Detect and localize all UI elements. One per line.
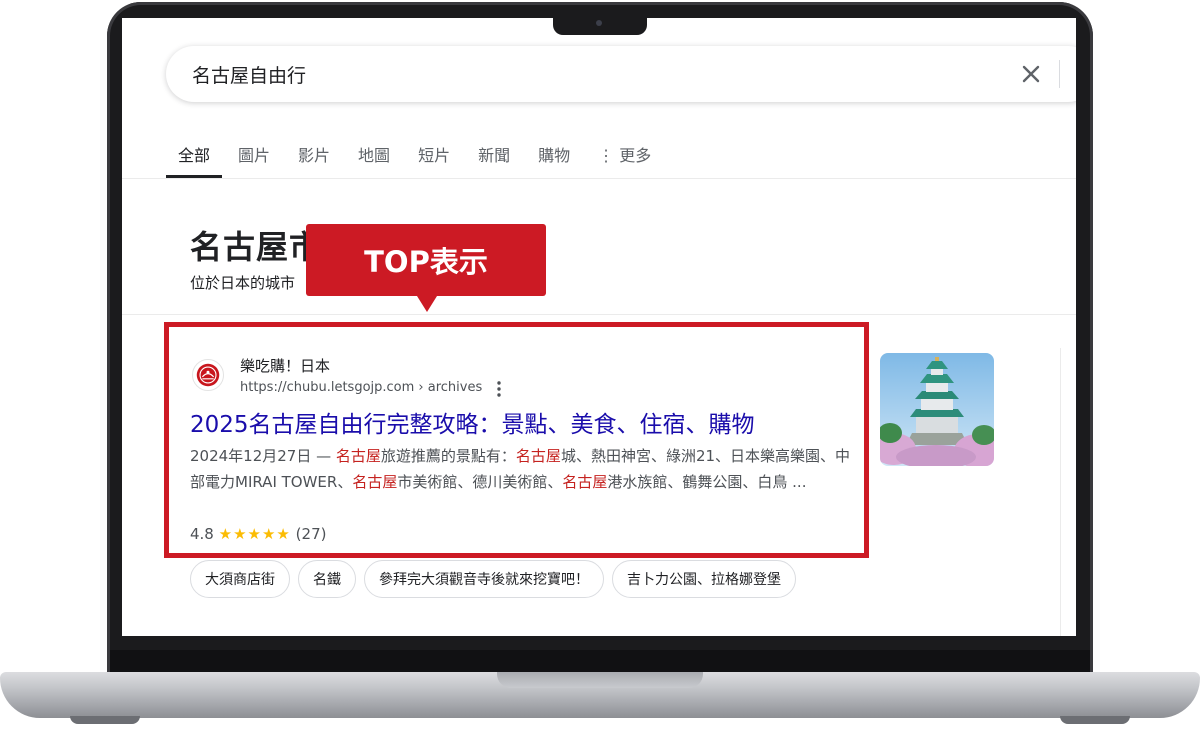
tab-news[interactable]: 新聞 (478, 134, 510, 178)
tab-images[interactable]: 圖片 (238, 134, 270, 178)
callout-arrow (417, 296, 437, 312)
knowledge-panel-title: 名古屋市 (190, 228, 323, 266)
chip[interactable]: 參拜完大須觀音寺後就來挖寶吧！ (364, 560, 604, 598)
chip[interactable]: 吉卜力公園、拉格娜登堡 (612, 560, 796, 598)
laptop-foot (1060, 716, 1130, 724)
divider (1060, 348, 1061, 636)
screen: 全部 圖片 影片 地圖 短片 新聞 購物 ⋮ 更多 名古屋市 位於日本的城市 T… (122, 18, 1076, 636)
search-divider (1059, 60, 1060, 88)
related-chips: 大須商店街 名鐵 參拜完大須觀音寺後就來挖寶吧！ 吉卜力公園、拉格娜登堡 (190, 560, 804, 598)
laptop-chin (110, 650, 1090, 674)
chip[interactable]: 名鐵 (298, 560, 356, 598)
divider (122, 178, 1076, 179)
laptop-base-notch (497, 672, 703, 688)
search-tabs: 全部 圖片 影片 地圖 短片 新聞 購物 ⋮ 更多 (166, 134, 679, 178)
tab-videos[interactable]: 影片 (298, 134, 330, 178)
tab-shopping[interactable]: 購物 (538, 134, 570, 178)
search-input[interactable] (192, 60, 892, 88)
callout-label: TOP表示 (364, 245, 488, 279)
tab-shorts[interactable]: 短片 (418, 134, 450, 178)
laptop-foot (70, 716, 140, 724)
tab-more[interactable]: ⋮ 更多 (598, 134, 651, 178)
chip[interactable]: 大須商店街 (190, 560, 290, 598)
knowledge-panel-subtitle: 位於日本的城市 (190, 274, 296, 292)
close-icon[interactable] (1020, 63, 1042, 85)
divider (122, 314, 1076, 315)
camera-notch (553, 16, 647, 35)
tab-all[interactable]: 全部 (166, 134, 223, 178)
search-bar (166, 46, 1076, 102)
top-callout: TOP表示 (306, 224, 546, 296)
camera-icon (596, 20, 602, 26)
castle-thumbnail-image[interactable] (880, 353, 994, 466)
tab-maps[interactable]: 地圖 (358, 134, 390, 178)
result-highlight-frame (164, 322, 869, 558)
